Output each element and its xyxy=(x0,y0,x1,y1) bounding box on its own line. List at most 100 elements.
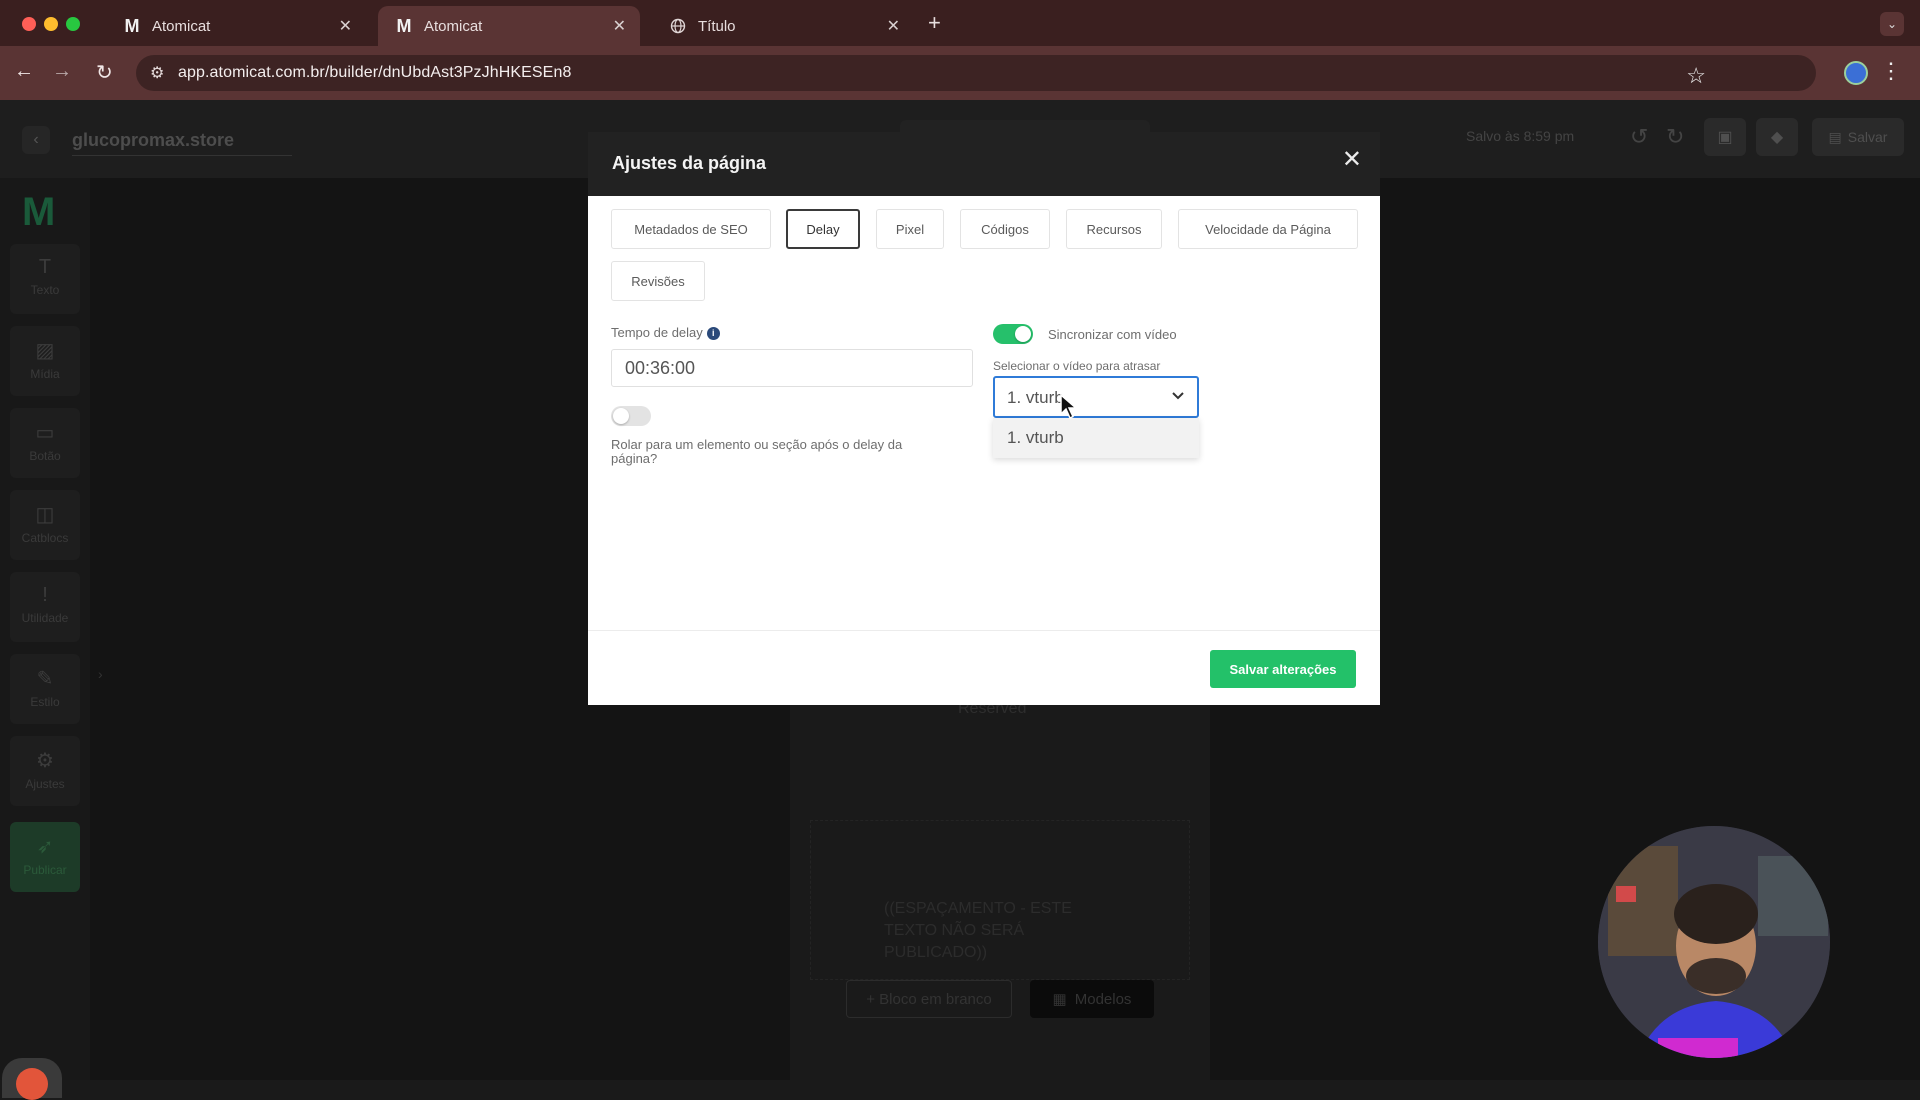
sidebar-item-botao[interactable]: ▭ Botão xyxy=(10,408,80,478)
video-select[interactable]: 1. vturb xyxy=(993,376,1199,418)
record-icon xyxy=(16,1068,48,1100)
button-icon: ▭ xyxy=(35,422,55,444)
magic-wand-icon: ✎ xyxy=(36,668,54,690)
scroll-after-delay-label: Rolar para um elemento ou seção após o d… xyxy=(611,437,903,466)
page-settings-modal: Ajustes da página ✕ Metadados de SEO Del… xyxy=(588,132,1380,705)
maximize-window-button[interactable] xyxy=(66,17,80,31)
site-settings-icon[interactable]: ⚙ xyxy=(150,63,164,83)
bookmark-star-icon[interactable]: ☆ xyxy=(1686,63,1706,89)
save-changes-button[interactable]: Salvar alterações xyxy=(1210,650,1356,688)
sidebar-item-label: Mídia xyxy=(30,367,60,381)
url-text[interactable]: app.atomicat.com.br/builder/dnUbdAst3PzJ… xyxy=(178,64,571,82)
delay-time-label-text: Tempo de delay xyxy=(611,325,703,340)
gear-icon: ⚙ xyxy=(36,750,54,772)
sync-video-toggle[interactable] xyxy=(993,324,1033,344)
save-top-button[interactable]: ▤ Salvar xyxy=(1812,118,1904,156)
video-select-label: Selecionar o vídeo para atrasar xyxy=(993,359,1161,373)
tab-velocidade-pagina[interactable]: Velocidade da Página xyxy=(1178,209,1358,249)
site-name[interactable]: glucopromax.store xyxy=(72,130,292,156)
models-label: Modelos xyxy=(1074,990,1132,1008)
close-tab-icon[interactable]: ✕ xyxy=(613,16,626,36)
sidebar-item-texto[interactable]: T Texto xyxy=(10,244,80,314)
atomicat-favicon-icon: M xyxy=(124,15,140,36)
tab-metadados-seo[interactable]: Metadados de SEO xyxy=(611,209,771,249)
minimize-window-button[interactable] xyxy=(44,17,58,31)
toggle-knob xyxy=(613,408,629,424)
video-select-dropdown: 1. vturb xyxy=(993,418,1199,458)
sidebar-expand-chevron-icon[interactable]: › xyxy=(98,666,103,682)
mouse-pointer-icon xyxy=(1060,393,1079,425)
layers-icon[interactable]: ◆ xyxy=(1756,118,1798,156)
sidebar-item-label: Catblocs xyxy=(21,531,69,545)
tab-search-chevron-icon[interactable]: ⌄ xyxy=(1880,12,1904,36)
browser-toolbar: ← → ↻ ⚙ app.atomicat.com.br/builder/dnUb… xyxy=(0,46,1920,100)
redo-icon[interactable]: ↻ xyxy=(1666,124,1684,150)
sidebar-item-ajustes[interactable]: ⚙ Ajustes xyxy=(10,736,80,806)
save-top-label: Salvar xyxy=(1847,129,1888,145)
sidebar-item-label: Botão xyxy=(29,449,61,463)
address-bar[interactable]: ⚙ app.atomicat.com.br/builder/dnUbdAst3P… xyxy=(136,55,1816,91)
gift-icon[interactable]: ▣ xyxy=(1704,118,1746,156)
tab-revisoes[interactable]: Revisões xyxy=(611,261,705,301)
tab-title: Título xyxy=(698,17,736,35)
close-tab-icon[interactable]: ✕ xyxy=(887,16,900,36)
new-tab-icon[interactable]: + xyxy=(928,10,941,36)
floating-record-button[interactable] xyxy=(2,1058,62,1100)
video-select-value: 1. vturb xyxy=(1007,388,1064,407)
back-chevron-icon[interactable]: ‹ xyxy=(22,126,50,154)
sidebar-item-label: Estilo xyxy=(30,695,60,709)
sidebar-item-utilidade[interactable]: ! Utilidade xyxy=(10,572,80,642)
reload-icon[interactable]: ↻ xyxy=(96,60,113,85)
tab-title: Atomicat xyxy=(424,17,483,35)
saved-status: Salvo às 8:59 pm xyxy=(1466,128,1575,144)
browser-tab-atomicat-2[interactable]: M Atomicat ✕ xyxy=(378,6,640,46)
browser-menu-icon[interactable]: ⋮ xyxy=(1880,58,1902,84)
sidebar-item-estilo[interactable]: ✎ Estilo xyxy=(10,654,80,724)
close-icon[interactable]: ✕ xyxy=(1342,148,1362,172)
chevron-down-icon xyxy=(1169,386,1187,409)
modal-title: Ajustes da página xyxy=(612,153,767,173)
modal-footer-divider xyxy=(588,630,1380,631)
grid-icon: ▦ xyxy=(1052,991,1067,1008)
sidebar-item-publicar[interactable]: ➶ Publicar xyxy=(10,822,80,892)
video-option[interactable]: 1. vturb xyxy=(1007,428,1064,448)
builder-sidebar: M T Texto ▨ Mídia ▭ Botão ◫ Catblocs ! Utilid… xyxy=(0,178,90,1080)
profile-avatar[interactable] xyxy=(1844,61,1868,85)
browser-tab-bar: M Atomicat ✕ M Atomicat ✕ Título ✕ + ⌄ xyxy=(0,0,1920,46)
spacer-text: ((ESPAÇAMENTO - ESTE TEXTO NÃO SERÁ PUBL… xyxy=(884,900,1072,961)
tab-codigos[interactable]: Códigos xyxy=(960,209,1050,249)
scroll-after-delay-toggle[interactable] xyxy=(611,406,651,426)
tab-title: Atomicat xyxy=(152,17,211,35)
tab-delay[interactable]: Delay xyxy=(786,209,860,249)
sidebar-item-catblocs[interactable]: ◫ Catblocs xyxy=(10,490,80,560)
close-window-button[interactable] xyxy=(22,17,36,31)
sidebar-item-label: Texto xyxy=(30,283,60,297)
atomicat-favicon-icon: M xyxy=(396,15,412,36)
globe-icon xyxy=(668,16,688,36)
browser-tab-titulo[interactable]: Título ✕ xyxy=(652,6,914,46)
rocket-icon: ➶ xyxy=(36,836,54,858)
webcam-overlay xyxy=(1598,826,1830,1058)
catblocs-icon: ◫ xyxy=(35,504,55,526)
delay-time-input[interactable]: 00:36:00 xyxy=(611,349,973,387)
modal-header: Ajustes da página ✕ xyxy=(588,132,1380,196)
undo-icon[interactable]: ↺ xyxy=(1630,124,1648,150)
sidebar-item-label: Ajustes xyxy=(25,777,65,791)
close-tab-icon[interactable]: ✕ xyxy=(339,16,352,36)
blank-block-button[interactable]: + Bloco em branco xyxy=(846,980,1012,1018)
back-arrow-icon[interactable]: ← xyxy=(14,60,34,83)
models-button[interactable]: ▦ Modelos xyxy=(1030,980,1154,1018)
sidebar-item-label: Publicar xyxy=(23,863,67,877)
info-icon[interactable]: i xyxy=(706,327,720,340)
sidebar-item-label: Utilidade xyxy=(21,611,69,625)
save-icon: ▤ xyxy=(1828,128,1842,145)
sync-video-label: Sincronizar com vídeo xyxy=(1048,327,1177,342)
tab-pixel[interactable]: Pixel xyxy=(876,209,944,249)
sidebar-item-midia[interactable]: ▨ Mídia xyxy=(10,326,80,396)
atomicat-logo: M xyxy=(22,190,56,234)
image-icon: ▨ xyxy=(35,340,55,362)
forward-arrow-icon[interactable]: → xyxy=(52,60,72,83)
tab-recursos[interactable]: Recursos xyxy=(1066,209,1162,249)
utility-icon: ! xyxy=(42,584,48,606)
browser-tab-atomicat-1[interactable]: M Atomicat ✕ xyxy=(106,6,366,46)
